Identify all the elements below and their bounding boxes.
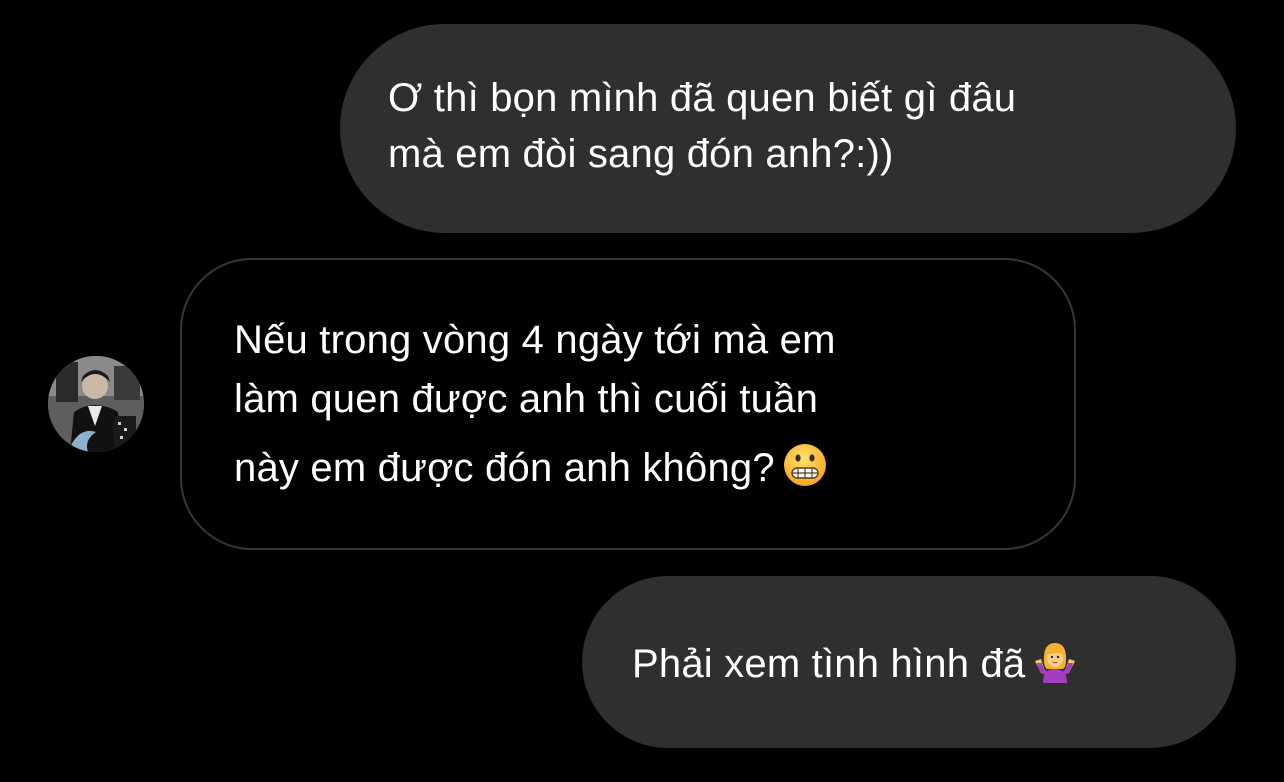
incoming-message-bubble[interactable]: Nếu trong vòng 4 ngày tới mà em làm quen… <box>180 258 1076 550</box>
message-text-line: mà em đòi sang đón anh?:)) <box>388 132 894 176</box>
message-text-line: này em được đón anh không? <box>234 446 775 490</box>
message-text-line: Nếu trong vòng 4 ngày tới mà em <box>234 318 836 362</box>
message-text-line-with-emoji: Phải xem tình hình đã <box>632 636 1196 692</box>
woman-shrugging-emoji-icon <box>1035 643 1076 683</box>
contact-avatar[interactable] <box>48 356 144 452</box>
outgoing-message-bubble[interactable]: Phải xem tình hình đã <box>582 576 1236 748</box>
grimacing-face-emoji-icon <box>783 444 826 486</box>
outgoing-message-bubble[interactable]: Ơ thì bọn mình đã quen biết gì đâu mà em… <box>340 24 1236 233</box>
avatar-photo-icon <box>48 356 144 452</box>
message-text-line-with-emoji: này em được đón anh không? <box>234 430 1034 512</box>
message-text-line: Ơ thì bọn mình đã quen biết gì đâu <box>388 76 1017 120</box>
message-text-line: làm quen được anh thì cuối tuần <box>234 377 819 421</box>
message-text-line: Phải xem tình hình đã <box>632 642 1026 686</box>
